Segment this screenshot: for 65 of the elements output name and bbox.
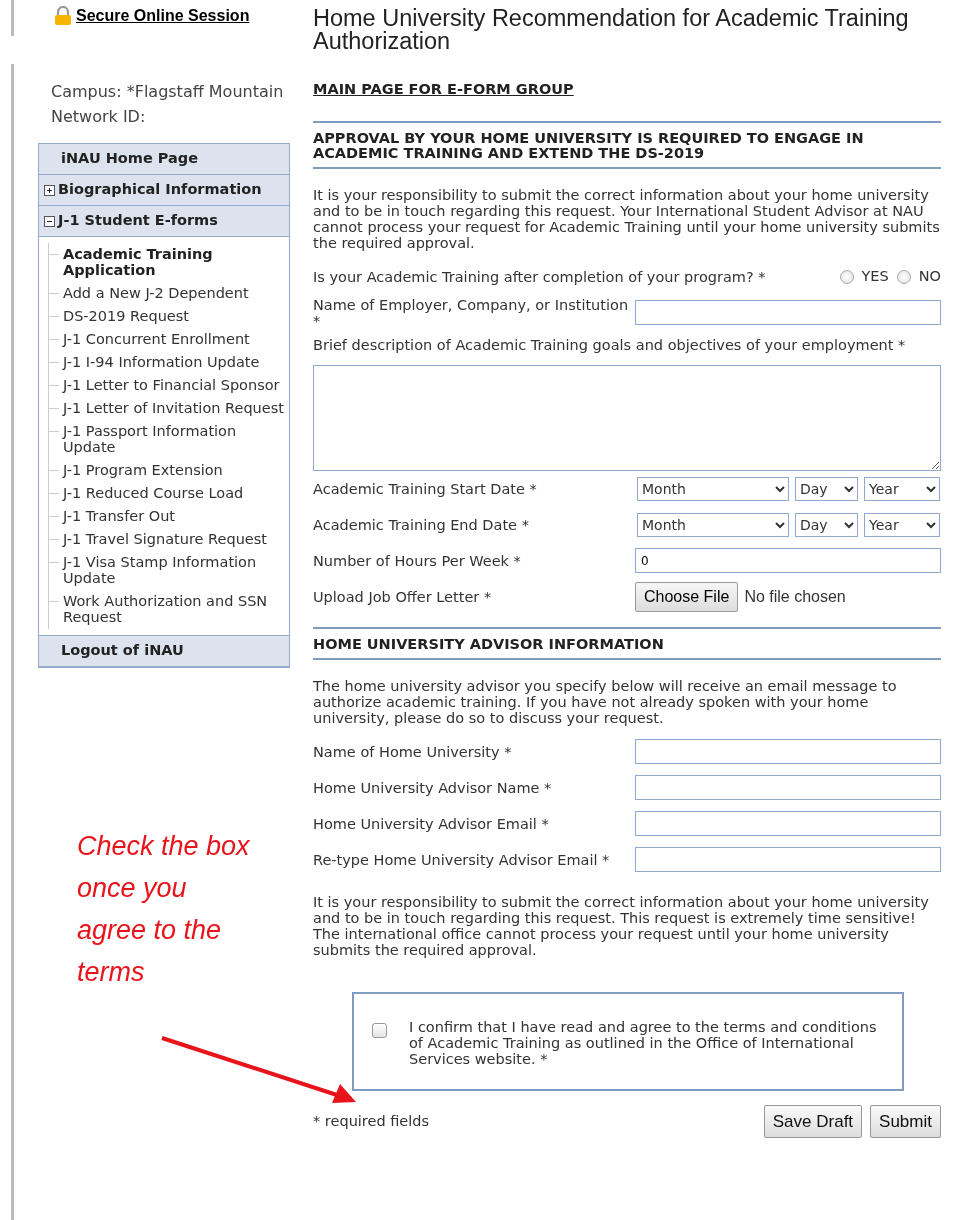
field-label: Home University Advisor Email *	[313, 815, 550, 832]
sidebar-link[interactable]: iNAU Home Page	[39, 144, 289, 175]
sidebar-item[interactable]: J-1 Concurrent Enrollment	[63, 331, 289, 347]
sidebar-item[interactable]: Academic Training Application	[63, 246, 289, 278]
sidebar-link[interactable]: Logout of iNAU	[39, 636, 289, 667]
field-label: Number of Hours Per Week *	[313, 552, 522, 569]
secure-session-link[interactable]: Secure Online Session	[76, 4, 250, 28]
field-label: Home University Advisor Name *	[313, 779, 553, 796]
file-status: No file chosen	[744, 586, 846, 607]
annotation-text: Check the box once you agree to the terms	[77, 830, 251, 989]
field-label: Name of Home University *	[313, 743, 513, 760]
confirm-text: I confirm that I have read and agree to the terms and conditions of Academic Training as outlined in the Office of International Services website. *	[409, 1018, 878, 1067]
sidebar-item[interactable]: J-1 Transfer Out	[63, 508, 289, 524]
date-select[interactable]: Day	[795, 476, 858, 501]
field-label: Re-type Home University Advisor Email *	[313, 851, 611, 868]
sidebar-item[interactable]: J-1 Visa Stamp Information Update	[63, 554, 289, 586]
form-button[interactable]: Submit	[870, 1104, 941, 1139]
text-field[interactable]: 0	[635, 548, 941, 574]
radio-label: NO	[918, 266, 941, 286]
radio-button[interactable]	[896, 269, 911, 284]
lock-icon	[54, 6, 72, 26]
intro-text: It is your responsibility to submit the correct information about your home university and to be in touch regarding this request. Your International Student Advisor at NAU cannot process your request for Academic Training until your home university submits the required approval.	[313, 186, 941, 251]
date-select[interactable]: Month	[637, 476, 789, 501]
date-select[interactable]: Month	[637, 512, 789, 537]
text-field[interactable]	[635, 775, 941, 801]
toggle-icon[interactable]	[44, 184, 55, 196]
sidebar-item[interactable]: J-1 Letter of Invitation Request	[63, 400, 289, 416]
sidebar-item[interactable]: J-1 Passport Information Update	[63, 423, 289, 455]
field-label: Upload Job Offer Letter *	[313, 588, 493, 605]
sidebar-item[interactable]: Add a New J-2 Dependent	[63, 285, 289, 301]
required-note: * required fields	[313, 1111, 430, 1131]
date-select[interactable]: Year	[864, 476, 940, 501]
field-label: Academic Training End Date *	[313, 516, 530, 533]
description-field[interactable]	[313, 364, 941, 471]
main-page-link[interactable]: MAIN PAGE FOR E-FORM GROUP	[313, 79, 574, 101]
sidebar-item[interactable]: Work Authorization and SSN Request	[63, 593, 289, 625]
sidebar-item[interactable]: J-1 Letter to Financial Sponsor	[63, 377, 289, 393]
form-button[interactable]: Save Draft	[763, 1104, 863, 1139]
intro-text: The home university advisor you specify below will receive an email message to authorize academic training. If you have not already spoken with your home university, please do so to discuss your request.	[313, 677, 898, 726]
date-select[interactable]: Day	[795, 512, 858, 537]
sidebar-item[interactable]: J-1 Travel Signature Request	[63, 531, 289, 547]
text-field[interactable]	[635, 811, 941, 837]
text-field[interactable]	[635, 300, 941, 326]
campus-text: Campus: *Flagstaff Mountain	[51, 81, 285, 103]
sidebar-item[interactable]: J-1 I-94 Information Update	[63, 354, 289, 370]
page-title: Home University Recommendation for Academic Training Authorization	[313, 7, 910, 53]
field-label: Is your Academic Training after completion of your program? *	[313, 268, 766, 285]
sidebar-item[interactable]: DS-2019 Request	[63, 308, 289, 324]
date-select[interactable]: Year	[864, 512, 940, 537]
field-label: Name of Employer, Company, or Institution *	[313, 296, 630, 329]
field-label: Academic Training Start Date *	[313, 480, 538, 497]
radio-label: YES	[861, 266, 889, 286]
outro-text: It is your responsibility to submit the correct information about your home university and to be in touch regarding this request. This request is extremely time sensitive! The international office cannot process your request until your home university submits the required approval.	[313, 893, 930, 958]
text-field[interactable]	[635, 847, 941, 873]
sidebar-item[interactable]: J-1 Program Extension	[63, 462, 289, 478]
sidebar-item[interactable]: J-1 Reduced Course Load	[63, 485, 289, 501]
checkbox[interactable]	[372, 1022, 387, 1038]
radio-button[interactable]	[839, 269, 854, 284]
section-heading: HOME UNIVERSITY ADVISOR INFORMATION	[313, 626, 941, 660]
choose-file-button[interactable]: Choose File	[635, 581, 739, 612]
toggle-icon[interactable]	[44, 215, 55, 227]
network-id-label: Network ID:	[51, 106, 147, 128]
section-heading: APPROVAL BY YOUR HOME UNIVERSITY IS REQUIRED TO ENGAGE IN ACADEMIC TRAINING AND EXTEND THE DS-2019	[313, 120, 941, 169]
text-field[interactable]	[635, 739, 941, 765]
field-label: Brief description of Academic Training goals and objectives of your employment *	[313, 336, 907, 353]
